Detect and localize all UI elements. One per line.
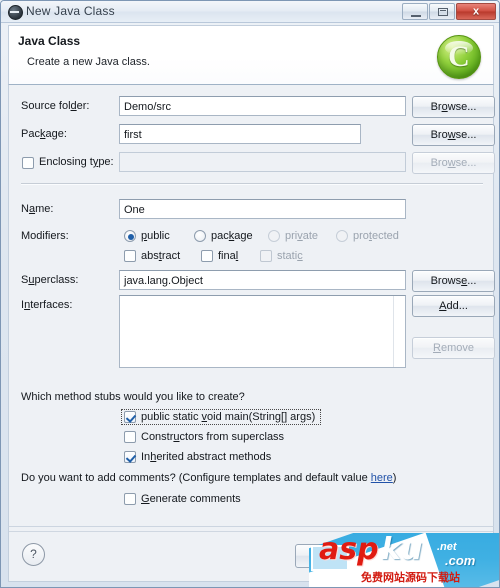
stub-label-constructors: Constructors from superclass (141, 431, 285, 443)
source-folder-input[interactable]: Demo/src (119, 96, 406, 116)
eclipse-java-icon (8, 5, 23, 20)
modifier-label-protected: protected (353, 230, 399, 242)
stub-checkbox-constructors[interactable] (124, 431, 136, 443)
modifier-radio-protected (336, 230, 348, 242)
finish-button[interactable] (295, 544, 375, 568)
superclass-row: Superclass: java.lang.Object Browse... (9, 270, 495, 292)
dialog-header: Java Class Create a new Java class. C (8, 25, 494, 85)
method-stubs-question-row: Which method stubs would you like to cre… (9, 387, 493, 409)
stub-constructors-row: Constructors from superclass (9, 427, 493, 449)
help-button[interactable]: ? (22, 543, 45, 566)
modifier-label-package: package (211, 230, 253, 242)
modifiers-row: Modifiers: public package private protec… (9, 226, 493, 248)
package-input[interactable]: first (119, 124, 361, 144)
enclosing-type-checkbox[interactable] (22, 157, 34, 169)
generate-comments-row: Generate comments (9, 489, 493, 511)
modifiers-flags-row: abstract final static (9, 246, 493, 268)
interfaces-add-button[interactable]: Add... (412, 295, 495, 317)
modifier-checkbox-final[interactable] (201, 250, 213, 262)
window-title: New Java Class (26, 4, 115, 18)
name-label: Name: (21, 203, 54, 215)
name-input[interactable]: One (119, 199, 406, 219)
comments-question-row: Do you want to add comments? (Configure … (9, 468, 493, 490)
comments-question: Do you want to add comments? (Configure … (21, 472, 397, 484)
enclosing-type-browse-button: Browse... (412, 152, 495, 174)
interfaces-label: Interfaces: (21, 299, 73, 311)
cancel-button[interactable] (385, 544, 465, 568)
stub-label-inherited: Inherited abstract methods (141, 451, 272, 463)
modifier-label-private: private (285, 230, 319, 242)
minimize-icon (411, 15, 421, 17)
superclass-browse-button[interactable]: Browse... (412, 270, 495, 292)
maximize-button[interactable] (429, 3, 455, 20)
modifier-checkbox-static (260, 250, 272, 262)
modifiers-label: Modifiers: (21, 230, 69, 242)
modifier-label-abstract: abstract (141, 250, 181, 262)
generate-comments-checkbox[interactable] (124, 493, 136, 505)
generate-comments-label: Generate comments (141, 493, 241, 505)
superclass-input[interactable]: java.lang.Object (119, 270, 406, 290)
superclass-label: Superclass: (21, 274, 79, 286)
modifier-checkbox-abstract[interactable] (124, 250, 136, 262)
modifier-radio-public[interactable] (124, 230, 136, 242)
package-browse-button[interactable]: Browse... (412, 124, 495, 146)
maximize-icon (438, 8, 448, 16)
page-description: Create a new Java class. (27, 56, 150, 68)
stub-checkbox-main[interactable] (124, 411, 136, 423)
footer-separator (9, 531, 493, 532)
minimize-button[interactable] (402, 3, 428, 20)
separator-top (21, 183, 483, 184)
page-title: Java Class (18, 34, 81, 48)
modifier-label-final: final (218, 250, 239, 262)
interfaces-row: Interfaces: Add... Remove (9, 295, 495, 373)
window-controls: x (401, 3, 496, 20)
dialog-footer: ? (8, 526, 494, 582)
enclosing-type-label: Enclosing type: (39, 156, 114, 168)
source-folder-label: Source folder: (21, 100, 90, 112)
stub-checkbox-inherited[interactable] (124, 451, 136, 463)
java-class-badge-letter: C (448, 40, 470, 73)
modifier-radio-private (268, 230, 280, 242)
java-class-badge-icon: C (437, 35, 481, 79)
new-java-class-dialog: New Java Class x Java Class Create a new… (0, 0, 500, 588)
stub-inherited-row: Inherited abstract methods (9, 447, 493, 469)
modifier-radio-package[interactable] (194, 230, 206, 242)
enclosing-type-row: Enclosing type: Browse... (9, 152, 495, 174)
modifier-label-static: static (277, 250, 303, 262)
source-folder-row: Source folder: Demo/src Browse... (9, 96, 495, 118)
enclosing-type-input (119, 152, 406, 172)
modifier-label-public: public (141, 230, 170, 242)
package-row: Package: first Browse... (9, 124, 495, 146)
interfaces-list-scrollbar[interactable] (393, 296, 405, 367)
interfaces-list[interactable] (119, 295, 406, 368)
name-row: Name: One (9, 199, 493, 221)
interfaces-remove-button: Remove (412, 337, 495, 359)
close-button[interactable]: x (456, 3, 496, 20)
stub-main-row: public static void main(String[] args) (9, 407, 493, 429)
close-icon: x (472, 5, 480, 17)
package-label: Package: (21, 128, 67, 140)
stub-label-main: public static void main(String[] args) (141, 411, 316, 423)
title-bar[interactable]: New Java Class x (1, 1, 499, 23)
dialog-body: Source folder: Demo/src Browse... Packag… (8, 85, 495, 526)
source-folder-browse-button[interactable]: Browse... (412, 96, 495, 118)
method-stubs-question: Which method stubs would you like to cre… (21, 391, 245, 403)
configure-templates-link[interactable]: here (371, 472, 393, 484)
